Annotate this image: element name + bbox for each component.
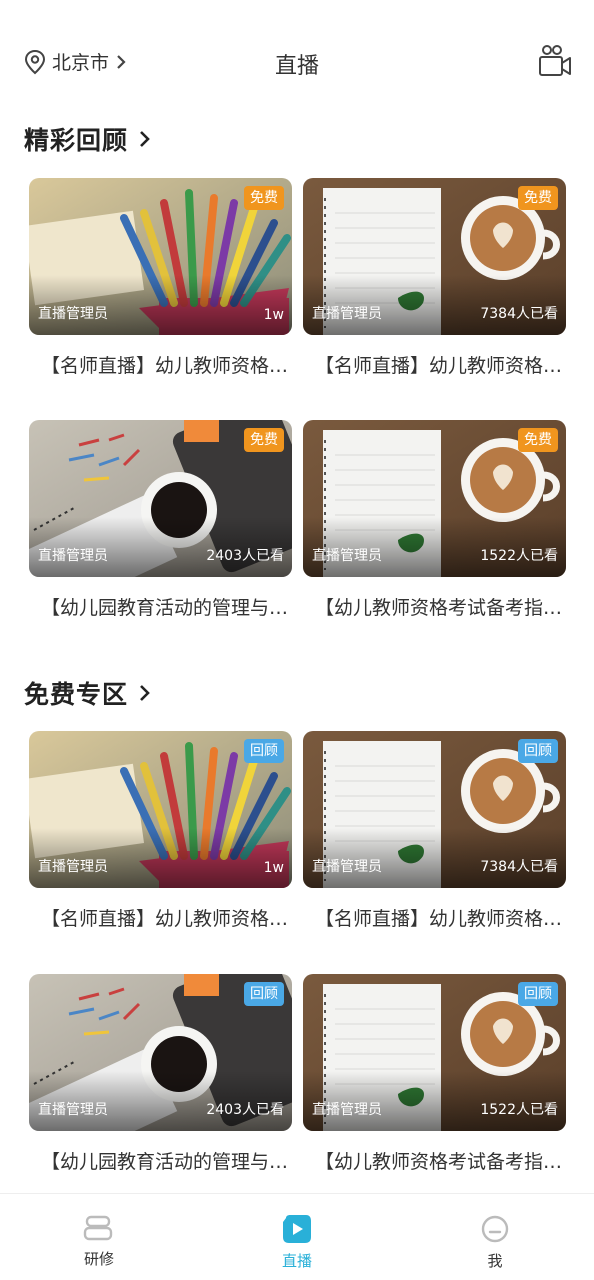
chevron-right-icon bbox=[140, 131, 150, 147]
card-thumbnail: 回顾 直播管理员 7384人已看 bbox=[303, 731, 566, 888]
card-title: 【幼儿教师资格考试备考指导】 bbox=[315, 597, 566, 619]
live-card[interactable]: 免费 直播管理员 2403人已看 【幼儿园教育活动的管理与实施】 bbox=[29, 420, 292, 620]
host-name: 直播管理员 bbox=[312, 859, 382, 875]
section-free-zone-header[interactable]: 免费专区 bbox=[24, 675, 150, 711]
user-face-icon bbox=[481, 1215, 509, 1243]
free-badge: 免费 bbox=[244, 186, 284, 210]
card-title: 【幼儿园教育活动的管理与实施】 bbox=[41, 597, 292, 619]
books-icon bbox=[83, 1215, 113, 1241]
review-badge: 回顾 bbox=[244, 739, 284, 763]
card-title: 【幼儿教师资格考试备考指导】 bbox=[315, 1151, 566, 1173]
live-card[interactable]: 免费 直播管理员 1522人已看 【幼儿教师资格考试备考指导】 bbox=[303, 420, 566, 620]
play-icon bbox=[283, 1215, 311, 1243]
tab-live[interactable]: 直播 bbox=[198, 1194, 396, 1280]
card-thumbnail: 免费 直播管理员 1522人已看 bbox=[303, 420, 566, 577]
chevron-right-icon bbox=[140, 685, 150, 701]
section-title: 精彩回顾 bbox=[24, 126, 129, 155]
host-name: 直播管理员 bbox=[38, 306, 108, 322]
tab-label: 我 bbox=[487, 1252, 503, 1270]
free-badge: 免费 bbox=[244, 428, 284, 452]
host-name: 直播管理员 bbox=[312, 548, 382, 564]
tab-me[interactable]: 我 bbox=[396, 1194, 594, 1280]
host-name: 直播管理员 bbox=[312, 306, 382, 322]
live-card[interactable]: 回顾 直播管理员 2403人已看 【幼儿园教育活动的管理与实施】 bbox=[29, 974, 292, 1174]
host-name: 直播管理员 bbox=[38, 859, 108, 875]
live-card[interactable]: 回顾 直播管理员 1w 【名师直播】幼儿教师资格考试备考指导 bbox=[29, 731, 292, 931]
section-highlights-header[interactable]: 精彩回顾 bbox=[24, 121, 150, 157]
review-badge: 回顾 bbox=[244, 982, 284, 1006]
free-badge: 免费 bbox=[518, 428, 558, 452]
host-name: 直播管理员 bbox=[38, 1102, 108, 1118]
live-card[interactable]: 回顾 直播管理员 7384人已看 【名师直播】幼儿教师资格考试备考指导 bbox=[303, 731, 566, 931]
bottom-tab-bar: 研修 直播 我 bbox=[0, 1193, 594, 1280]
view-count: 7384人已看 bbox=[480, 859, 558, 875]
card-title: 【名师直播】幼儿教师资格考试备考指导 bbox=[41, 908, 292, 930]
live-card[interactable]: 免费 直播管理员 1w 【名师直播】幼儿教师资格考试备考指导 bbox=[29, 178, 292, 378]
view-count: 1w bbox=[263, 307, 284, 323]
page-title: 直播 bbox=[274, 54, 319, 79]
view-count: 1522人已看 bbox=[480, 548, 558, 564]
section-title: 免费专区 bbox=[24, 680, 129, 709]
view-count: 1w bbox=[263, 860, 284, 876]
card-title: 【名师直播】幼儿教师资格考试备考指导 bbox=[41, 355, 292, 377]
card-thumbnail: 免费 直播管理员 7384人已看 bbox=[303, 178, 566, 335]
host-name: 直播管理员 bbox=[38, 548, 108, 564]
view-count: 7384人已看 bbox=[480, 306, 558, 322]
live-card[interactable]: 免费 直播管理员 7384人已看 【名师直播】幼儿教师资格考试备考指导 bbox=[303, 178, 566, 378]
card-thumbnail: 免费 直播管理员 1w bbox=[29, 178, 292, 335]
card-thumbnail: 免费 直播管理员 2403人已看 bbox=[29, 420, 292, 577]
review-badge: 回顾 bbox=[518, 982, 558, 1006]
tab-label: 研修 bbox=[83, 1250, 114, 1268]
live-card[interactable]: 回顾 直播管理员 1522人已看 【幼儿教师资格考试备考指导】 bbox=[303, 974, 566, 1174]
card-thumbnail: 回顾 直播管理员 1w bbox=[29, 731, 292, 888]
card-thumbnail: 回顾 直播管理员 1522人已看 bbox=[303, 974, 566, 1131]
review-badge: 回顾 bbox=[518, 739, 558, 763]
top-bar: 北京市 直播 bbox=[0, 0, 594, 125]
card-title: 【名师直播】幼儿教师资格考试备考指导 bbox=[315, 908, 566, 930]
live-camera-icon[interactable] bbox=[538, 44, 572, 78]
card-thumbnail: 回顾 直播管理员 2403人已看 bbox=[29, 974, 292, 1131]
tab-label: 直播 bbox=[281, 1252, 312, 1270]
view-count: 2403人已看 bbox=[206, 548, 284, 564]
view-count: 1522人已看 bbox=[480, 1102, 558, 1118]
view-count: 2403人已看 bbox=[206, 1102, 284, 1118]
card-title: 【名师直播】幼儿教师资格考试备考指导 bbox=[315, 355, 566, 377]
free-badge: 免费 bbox=[518, 186, 558, 210]
card-title: 【幼儿园教育活动的管理与实施】 bbox=[41, 1151, 292, 1173]
host-name: 直播管理员 bbox=[312, 1102, 382, 1118]
tab-study[interactable]: 研修 bbox=[0, 1194, 198, 1280]
